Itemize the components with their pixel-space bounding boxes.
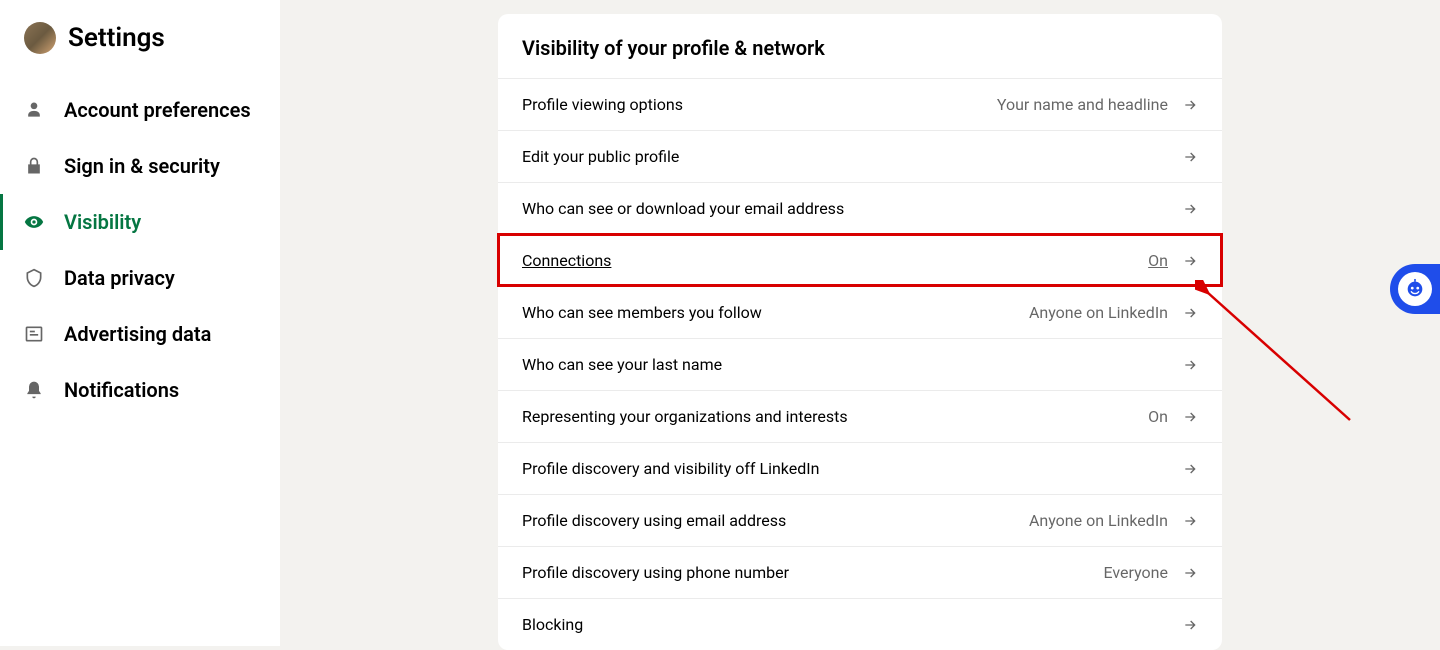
setting-label: Who can see members you follow — [522, 303, 762, 322]
sidebar-item-security[interactable]: Sign in & security — [0, 138, 280, 194]
page-title: Settings — [68, 23, 165, 53]
eye-icon — [24, 212, 44, 232]
setting-last-name-visibility[interactable]: Who can see your last name — [498, 338, 1222, 390]
visibility-panel: Visibility of your profile & network Pro… — [498, 14, 1222, 650]
lock-icon — [24, 156, 44, 176]
avatar[interactable] — [24, 22, 56, 54]
setting-right: Anyone on LinkedIn — [1029, 511, 1198, 530]
chatbot-button[interactable] — [1390, 264, 1440, 314]
sidebar-item-label: Notifications — [64, 378, 179, 402]
bell-icon — [24, 380, 44, 400]
setting-profile-viewing-options[interactable]: Profile viewing options Your name and he… — [498, 78, 1222, 130]
setting-discovery-off-linkedin[interactable]: Profile discovery and visibility off Lin… — [498, 442, 1222, 494]
setting-label: Blocking — [522, 615, 583, 634]
setting-value: On — [1148, 251, 1168, 270]
setting-label: Profile discovery and visibility off Lin… — [522, 459, 819, 478]
setting-label: Profile discovery using email address — [522, 511, 786, 530]
sidebar-item-label: Sign in & security — [64, 154, 220, 178]
sidebar-item-data-privacy[interactable]: Data privacy — [0, 250, 280, 306]
newspaper-icon — [24, 324, 44, 344]
sidebar-item-label: Data privacy — [64, 266, 175, 290]
arrow-right-icon — [1182, 149, 1198, 165]
chatbot-icon — [1398, 272, 1432, 306]
setting-value: Everyone — [1104, 563, 1168, 582]
setting-label: Who can see or download your email addre… — [522, 199, 844, 218]
setting-value: On — [1148, 407, 1168, 426]
setting-right: On — [1148, 251, 1198, 270]
arrow-right-icon — [1182, 461, 1198, 477]
setting-edit-public-profile[interactable]: Edit your public profile — [498, 130, 1222, 182]
setting-label: Edit your public profile — [522, 147, 679, 166]
setting-value: Anyone on LinkedIn — [1029, 511, 1168, 530]
arrow-right-icon — [1182, 97, 1198, 113]
setting-label: Representing your organizations and inte… — [522, 407, 848, 426]
arrow-right-icon — [1182, 513, 1198, 529]
arrow-right-icon — [1182, 565, 1198, 581]
setting-email-visibility[interactable]: Who can see or download your email addre… — [498, 182, 1222, 234]
setting-label: Connections — [522, 251, 611, 270]
setting-representing-orgs[interactable]: Representing your organizations and inte… — [498, 390, 1222, 442]
setting-right — [1168, 461, 1198, 477]
setting-discovery-email[interactable]: Profile discovery using email address An… — [498, 494, 1222, 546]
sidebar-item-account-preferences[interactable]: Account preferences — [0, 82, 280, 138]
setting-followers-visibility[interactable]: Who can see members you follow Anyone on… — [498, 286, 1222, 338]
sidebar-item-label: Advertising data — [64, 322, 211, 346]
sidebar-item-advertising-data[interactable]: Advertising data — [0, 306, 280, 362]
setting-right — [1168, 357, 1198, 373]
setting-right: Your name and headline — [997, 95, 1198, 114]
setting-label: Profile viewing options — [522, 95, 683, 114]
setting-right: Anyone on LinkedIn — [1029, 303, 1198, 322]
sidebar-item-label: Visibility — [64, 210, 141, 234]
settings-sidebar: Settings Account preferences Sign in & s… — [0, 0, 280, 646]
setting-right: On — [1148, 407, 1198, 426]
setting-right — [1168, 149, 1198, 165]
arrow-right-icon — [1182, 357, 1198, 373]
arrow-right-icon — [1182, 201, 1198, 217]
sidebar-item-notifications[interactable]: Notifications — [0, 362, 280, 418]
arrow-right-icon — [1182, 253, 1198, 269]
setting-connections[interactable]: Connections On — [498, 234, 1222, 286]
setting-discovery-phone[interactable]: Profile discovery using phone number Eve… — [498, 546, 1222, 598]
arrow-right-icon — [1182, 305, 1198, 321]
shield-icon — [24, 268, 44, 288]
setting-label: Who can see your last name — [522, 355, 722, 374]
setting-blocking[interactable]: Blocking — [498, 598, 1222, 650]
setting-right — [1168, 617, 1198, 633]
setting-right: Everyone — [1104, 563, 1198, 582]
user-icon — [24, 100, 44, 120]
sidebar-header: Settings — [0, 22, 280, 82]
setting-value: Anyone on LinkedIn — [1029, 303, 1168, 322]
sidebar-item-label: Account preferences — [64, 98, 251, 122]
setting-label: Profile discovery using phone number — [522, 563, 789, 582]
setting-value: Your name and headline — [997, 95, 1168, 114]
panel-title: Visibility of your profile & network — [498, 36, 1222, 78]
sidebar-item-visibility[interactable]: Visibility — [0, 194, 280, 250]
setting-right — [1168, 201, 1198, 217]
sidebar-nav: Account preferences Sign in & security V… — [0, 82, 280, 418]
arrow-right-icon — [1182, 617, 1198, 633]
arrow-right-icon — [1182, 409, 1198, 425]
